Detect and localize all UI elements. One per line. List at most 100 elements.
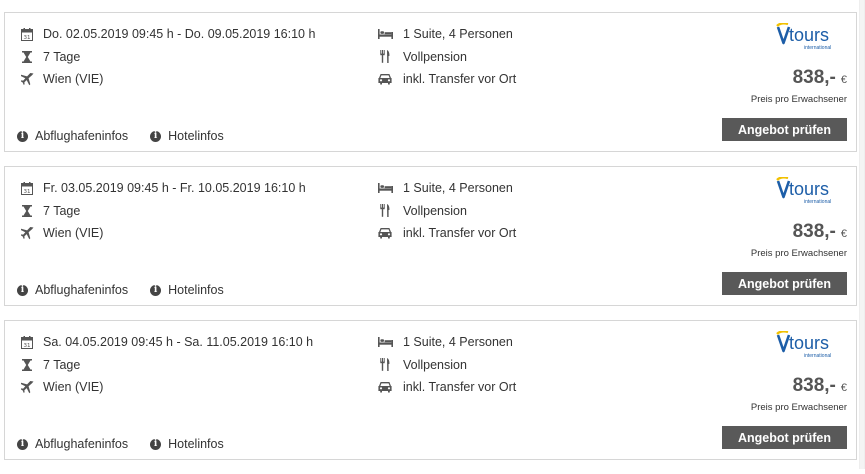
offer-date-row: 31 Fr. 03.05.2019 09:45 h - Fr. 10.05.20… (20, 177, 306, 200)
offer-room: 1 Suite, 4 Personen (403, 181, 513, 196)
vtours-logo: tours international (775, 22, 841, 51)
offer-transfer: inkl. Transfer vor Ort (403, 380, 517, 395)
offer-duration: 7 Tage (43, 357, 81, 372)
offer-date-range: Do. 02.05.2019 09:45 h - Do. 09.05.2019 … (43, 27, 316, 42)
offer-price-block: 838,- € Preis pro Erwachsener (751, 221, 847, 259)
check-offer-button[interactable]: Angebot prüfen (722, 272, 847, 295)
hotel-info-label: Hotelinfos (168, 437, 224, 451)
cutlery-icon (377, 204, 393, 218)
offer-price-line: 838,- € (751, 67, 847, 91)
offer-transfer: inkl. Transfer vor Ort (403, 226, 517, 241)
offer-hotel-details: 1 Suite, 4 Personen Vollpension inkl. Tr… (377, 23, 516, 91)
airport-info-label: Abflughafeninfos (35, 129, 129, 143)
bed-icon (377, 335, 393, 349)
offer-board: Vollpension (403, 203, 467, 218)
offer-info-links: i Abflughafeninfos i Hotelinfos (17, 437, 246, 451)
offer-card: 31 Sa. 04.05.2019 09:45 h - Sa. 11.05.20… (4, 320, 857, 460)
hotel-info-link[interactable]: i Hotelinfos (150, 437, 224, 451)
check-offer-button[interactable]: Angebot prüfen (722, 118, 847, 141)
offer-card: 31 Do. 02.05.2019 09:45 h - Do. 09.05.20… (4, 12, 857, 152)
hourglass-icon (20, 358, 34, 372)
bed-icon (377, 27, 393, 41)
vtours-logo: tours international (775, 176, 841, 205)
info-icon: i (150, 130, 162, 142)
bed-icon (377, 181, 393, 195)
logo-subtext: international (804, 353, 831, 359)
offer-list: 31 Do. 02.05.2019 09:45 h - Do. 09.05.20… (4, 12, 859, 474)
car-icon (377, 72, 393, 86)
cutlery-icon (377, 358, 393, 372)
offer-date-range: Fr. 03.05.2019 09:45 h - Fr. 10.05.2019 … (43, 181, 306, 196)
offer-trip-details: 31 Do. 02.05.2019 09:45 h - Do. 09.05.20… (20, 23, 315, 91)
offer-card: 31 Fr. 03.05.2019 09:45 h - Fr. 10.05.20… (4, 166, 857, 306)
hourglass-icon (20, 50, 34, 64)
offer-board-row: Vollpension (377, 46, 516, 69)
offer-price-block: 838,- € Preis pro Erwachsener (751, 67, 847, 105)
hotel-info-link[interactable]: i Hotelinfos (150, 283, 224, 297)
offer-duration-row: 7 Tage (20, 46, 315, 69)
airport-info-link[interactable]: i Abflughafeninfos (17, 129, 128, 143)
info-icon: i (150, 438, 162, 450)
logo-subtext: international (804, 45, 831, 51)
calendar-icon: 31 (20, 181, 34, 195)
info-icon: i (17, 284, 28, 296)
offer-currency: € (840, 74, 847, 86)
airport-info-label: Abflughafeninfos (35, 437, 129, 451)
offer-price-note: Preis pro Erwachsener (750, 94, 847, 105)
hotel-info-label: Hotelinfos (168, 129, 224, 143)
info-icon: i (17, 130, 28, 142)
offer-currency: € (840, 382, 847, 394)
offer-price: 838,- (792, 221, 836, 242)
offer-transfer-row: inkl. Transfer vor Ort (377, 68, 516, 91)
logo-text: tours (789, 25, 829, 45)
offer-price: 838,- (792, 375, 836, 396)
calendar-day-text: 31 (24, 35, 31, 41)
offer-date-row: 31 Sa. 04.05.2019 09:45 h - Sa. 11.05.20… (20, 331, 313, 354)
offer-transfer-row: inkl. Transfer vor Ort (377, 222, 516, 245)
offer-duration: 7 Tage (43, 203, 81, 218)
offer-price-block: 838,- € Preis pro Erwachsener (751, 375, 847, 413)
offer-trip-details: 31 Fr. 03.05.2019 09:45 h - Fr. 10.05.20… (20, 177, 306, 245)
offer-room-row: 1 Suite, 4 Personen (377, 177, 516, 200)
airplane-icon (20, 226, 34, 240)
offer-board: Vollpension (403, 49, 467, 64)
offer-duration-row: 7 Tage (20, 200, 306, 223)
offer-room-row: 1 Suite, 4 Personen (377, 331, 516, 354)
offer-price-line: 838,- € (751, 221, 847, 245)
offer-board: Vollpension (403, 357, 467, 372)
offer-room: 1 Suite, 4 Personen (403, 335, 513, 350)
hourglass-icon (20, 204, 34, 218)
offer-transfer-row: inkl. Transfer vor Ort (377, 376, 516, 399)
info-icon: i (150, 284, 162, 296)
offer-departure-row: Wien (VIE) (20, 222, 306, 245)
logo-text: tours (789, 333, 829, 353)
airport-info-label: Abflughafeninfos (35, 283, 129, 297)
scrollbar-thumb[interactable] (860, 0, 864, 469)
calendar-day-text: 31 (24, 343, 31, 349)
offer-transfer: inkl. Transfer vor Ort (403, 72, 517, 87)
offer-date-row: 31 Do. 02.05.2019 09:45 h - Do. 09.05.20… (20, 23, 315, 46)
vtours-logo: tours international (775, 330, 841, 359)
offer-room-row: 1 Suite, 4 Personen (377, 23, 516, 46)
offer-room: 1 Suite, 4 Personen (403, 27, 513, 42)
offer-departure-row: Wien (VIE) (20, 68, 315, 91)
offer-duration-row: 7 Tage (20, 354, 313, 377)
check-offer-button[interactable]: Angebot prüfen (722, 426, 847, 449)
offer-price-note: Preis pro Erwachsener (750, 248, 847, 259)
logo-subtext: international (804, 199, 831, 205)
offer-hotel-details: 1 Suite, 4 Personen Vollpension inkl. Tr… (377, 177, 516, 245)
offer-hotel-details: 1 Suite, 4 Personen Vollpension inkl. Tr… (377, 331, 516, 399)
offer-info-links: i Abflughafeninfos i Hotelinfos (17, 283, 246, 297)
airplane-icon (20, 380, 34, 394)
offer-departure-row: Wien (VIE) (20, 376, 313, 399)
info-icon: i (17, 438, 28, 450)
calendar-day-text: 31 (24, 189, 31, 195)
offer-info-links: i Abflughafeninfos i Hotelinfos (17, 129, 246, 143)
offer-currency: € (840, 228, 847, 240)
offer-departure: Wien (VIE) (43, 72, 104, 87)
offer-departure: Wien (VIE) (43, 226, 104, 241)
airport-info-link[interactable]: i Abflughafeninfos (17, 283, 128, 297)
airport-info-link[interactable]: i Abflughafeninfos (17, 437, 128, 451)
hotel-info-link[interactable]: i Hotelinfos (150, 129, 224, 143)
offer-board-row: Vollpension (377, 354, 516, 377)
